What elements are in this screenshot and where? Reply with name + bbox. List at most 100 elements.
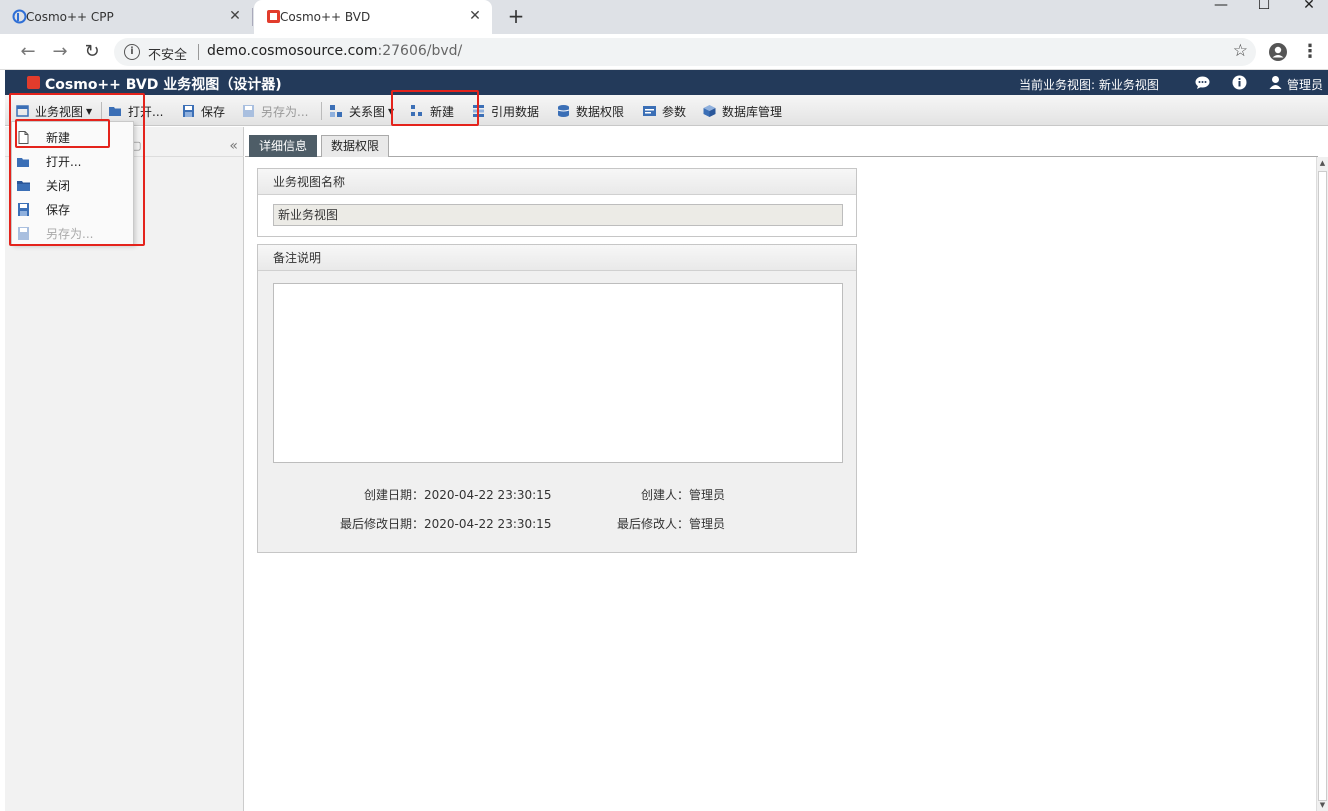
business-view-label: 业务视图 (35, 104, 84, 119)
remark-section-title: 备注说明 (258, 245, 856, 271)
menu-item-close[interactable]: 关闭 (12, 173, 133, 197)
close-tab-icon[interactable]: ✕ (466, 7, 484, 25)
address-bar: ← → ↻ i 不安全 demo.cosmosource.com:27606/b… (0, 34, 1328, 70)
new-relation-label: 新建 (430, 104, 455, 119)
current-user-name[interactable]: 管理员 (1287, 76, 1323, 93)
created-date-label: 创建日期： (363, 488, 424, 502)
url-path: :27606/bvd/ (377, 43, 463, 59)
user-icon[interactable] (1268, 75, 1283, 90)
creator-row: 创建人：管理员 (558, 486, 725, 503)
save-as-button[interactable]: 另存为... (242, 103, 308, 119)
url-field[interactable]: i 不安全 demo.cosmosource.com:27606/bvd/ ☆ (114, 38, 1256, 66)
tab-data-permission[interactable]: 数据权限 (321, 135, 390, 157)
new-relation-button[interactable]: 新建 (411, 103, 454, 119)
menu-item-open[interactable]: 打开... (12, 149, 133, 173)
app-logo-icon (27, 76, 40, 89)
folder-open-icon (17, 157, 29, 167)
new-diagram-icon (411, 105, 422, 116)
toolbar-divider (101, 102, 102, 120)
browser-tab-title: Cosmo++ CPP (26, 10, 114, 24)
scroll-up-icon[interactable]: ▲ (1317, 157, 1328, 169)
params-button[interactable]: 参数 (643, 103, 686, 119)
save-as-label: 另存为... (261, 104, 309, 119)
open-button[interactable]: 打开... (109, 103, 163, 119)
new-tab-button[interactable]: + (505, 4, 527, 28)
toolbar-divider (321, 102, 322, 120)
bookmark-star-icon[interactable]: ☆ (1233, 41, 1248, 61)
collapse-panel-icon[interactable]: « (229, 138, 238, 154)
menu-item-save-as[interactable]: 另存为... (12, 221, 133, 245)
reload-icon[interactable]: ↻ (80, 40, 104, 64)
browser-tab-title: Cosmo++ BVD (280, 10, 371, 24)
data-permission-button[interactable]: 数据权限 (557, 103, 624, 119)
chevron-down-icon: ▼ (86, 106, 93, 116)
forward-arrow-icon[interactable]: → (48, 40, 72, 64)
current-view-label: 当前业务视图: 新业务视图 (1019, 78, 1159, 92)
url-text: demo.cosmosource.com:27606/bvd/ (207, 43, 462, 59)
save-icon (18, 202, 29, 216)
save-button[interactable]: 保存 (182, 103, 225, 119)
minimize-button[interactable]: — (1198, 0, 1244, 14)
relation-diagram-menu-button[interactable]: 关系图 ▼ (330, 103, 394, 119)
browser-tab-cpp[interactable]: Cosmo++ CPP ✕ (0, 0, 252, 34)
app-title: Cosmo++ BVD 业务视图（设计器) (45, 77, 282, 93)
business-view-dropdown-menu: 新建 打开... 关闭 保存 另存为... (11, 121, 134, 245)
params-label: 参数 (662, 104, 687, 119)
maximize-button[interactable]: ☐ (1241, 0, 1287, 14)
vertical-scrollbar[interactable]: ▲ ▼ (1316, 157, 1328, 811)
info-icon[interactable]: i (124, 44, 140, 60)
url-divider (198, 44, 199, 60)
toolbar: 业务视图 ▼ 打开... 保存 另存为... 关系图 ▼ 新建 引用数据 数据权… (5, 95, 1328, 126)
relation-diagram-icon (330, 105, 342, 117)
relation-diagram-label: 关系图 (349, 104, 386, 119)
params-icon (643, 106, 656, 116)
menu-item-label: 保存 (46, 202, 71, 217)
business-view-menu-button[interactable]: 业务视图 ▼ (16, 103, 92, 119)
open-label: 打开... (128, 104, 164, 119)
menu-item-new[interactable]: 新建 (12, 125, 133, 149)
tab-divider (252, 8, 253, 26)
browser-tab-strip: Cosmo++ CPP ✕ Cosmo++ BVD ✕ + — ☐ ✕ (0, 0, 1328, 34)
reference-data-icon (473, 105, 484, 117)
save-as-icon (243, 105, 254, 117)
database-icon (557, 105, 570, 117)
name-section: 业务视图名称 新业务视图 (257, 168, 857, 237)
browser-tab-bvd[interactable]: Cosmo++ BVD ✕ (254, 0, 492, 34)
modified-date-row: 最后修改日期：2020-04-22 23:30:15 (258, 515, 551, 532)
back-arrow-icon[interactable]: ← (16, 40, 40, 64)
created-date-value: 2020-04-22 23:30:15 (424, 488, 552, 502)
save-icon (183, 105, 194, 117)
remark-section: 备注说明 创建日期：2020-04-22 23:30:15 创建人：管理员 最后… (257, 244, 857, 553)
folder-close-icon (17, 180, 30, 191)
profile-icon[interactable] (1268, 42, 1288, 62)
created-date-row: 创建日期：2020-04-22 23:30:15 (258, 486, 551, 503)
scroll-down-icon[interactable]: ▼ (1317, 799, 1328, 811)
url-host: demo.cosmosource.com (207, 43, 378, 59)
menu-item-label: 新建 (46, 130, 71, 145)
name-section-title: 业务视图名称 (258, 169, 856, 195)
modifier-value: 管理员 (689, 517, 726, 531)
reference-data-label: 引用数据 (491, 104, 540, 119)
view-name-input[interactable]: 新业务视图 (273, 204, 843, 226)
info-icon[interactable] (1232, 75, 1247, 90)
modifier-row: 最后修改人：管理员 (558, 515, 725, 532)
menu-item-save[interactable]: 保存 (12, 197, 133, 221)
tab-detail[interactable]: 详细信息 (249, 135, 318, 157)
reference-data-button[interactable]: 引用数据 (472, 103, 539, 119)
close-tab-icon[interactable]: ✕ (226, 7, 244, 25)
database-manage-button[interactable]: 数据库管理 (703, 103, 782, 119)
app-header: Cosmo++ BVD 业务视图（设计器) 当前业务视图: 新业务视图 管理员 (5, 70, 1328, 95)
browser-menu-icon[interactable]: ⋮ (1300, 40, 1320, 64)
cube-icon (703, 105, 716, 117)
modified-date-label: 最后修改日期： (339, 517, 424, 531)
remark-textarea[interactable] (273, 283, 843, 463)
menu-item-label: 打开... (46, 154, 82, 169)
main-area: 详细信息 数据权限 业务视图名称 新业务视图 备注说明 创建日期：2020-04… (245, 127, 1328, 811)
close-window-button[interactable]: ✕ (1286, 0, 1328, 14)
modifier-label: 最后修改人： (616, 517, 689, 531)
save-label: 保存 (201, 104, 226, 119)
business-view-icon (16, 105, 29, 117)
cosmo-bvd-icon (267, 10, 280, 23)
scroll-thumb[interactable] (1318, 171, 1327, 801)
chat-icon[interactable] (1195, 75, 1210, 90)
